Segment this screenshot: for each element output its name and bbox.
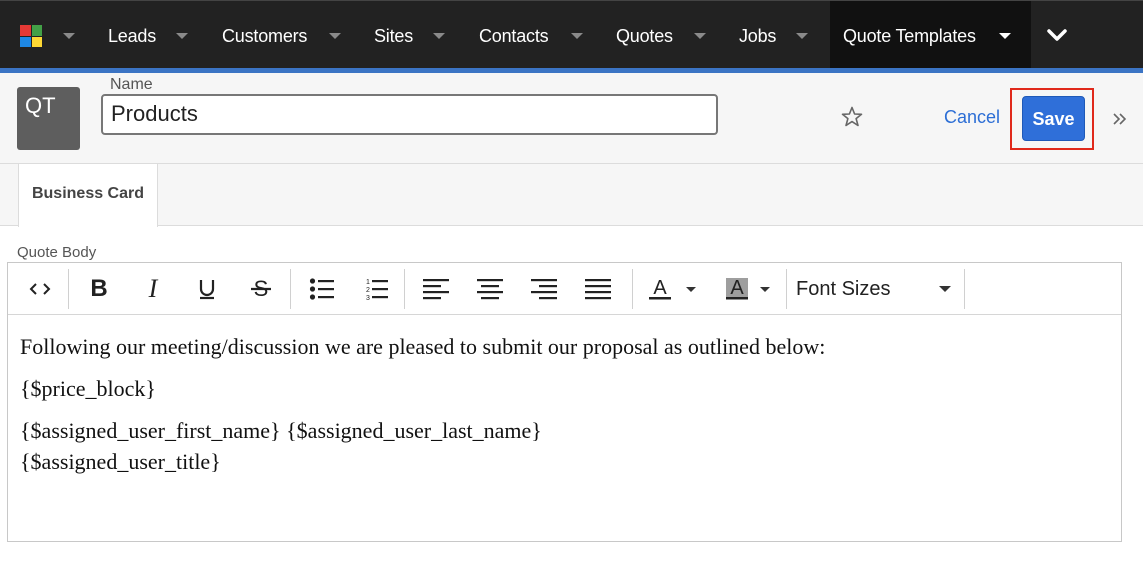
svg-text:A: A [653, 277, 667, 299]
italic-icon[interactable]: I [135, 263, 171, 315]
toolbar-separator [632, 269, 633, 309]
text-color-icon[interactable]: A [644, 263, 708, 315]
tab-business-card[interactable]: Business Card [18, 164, 158, 227]
contacts-caret-icon[interactable] [571, 33, 583, 39]
content-line: {$price_block} [20, 376, 156, 401]
customers-caret-icon[interactable] [329, 33, 341, 39]
svg-text:1: 1 [366, 279, 370, 286]
more-chevron-icon[interactable] [1047, 28, 1067, 42]
content-line: {$assigned_user_first_name} {$assigned_u… [20, 418, 542, 443]
toolbar-separator [290, 269, 291, 309]
font-sizes-dropdown[interactable]: Font Sizes [796, 263, 966, 315]
name-input[interactable]: Products [101, 94, 718, 135]
jobs-caret-icon[interactable] [796, 33, 808, 39]
top-navigation: Leads Customers Sites Contacts Quotes Jo… [0, 0, 1143, 69]
content-line: Following our meeting/discussion we are … [20, 334, 826, 359]
bullet-list-icon[interactable] [304, 263, 340, 315]
quote-body-label: Quote Body [17, 244, 97, 261]
underline-icon[interactable] [189, 263, 225, 315]
align-justify-icon[interactable] [580, 263, 616, 315]
nav-item-quote-templates-label[interactable]: Quote Templates [843, 1, 976, 69]
app-menu-caret-icon[interactable] [63, 33, 75, 39]
toolbar-separator [964, 269, 965, 309]
nav-item-sites[interactable]: Sites [374, 1, 413, 69]
toolbar-separator [404, 269, 405, 309]
save-button[interactable]: Save [1022, 96, 1085, 141]
background-color-icon[interactable]: A [718, 263, 782, 315]
module-avatar: QT [17, 87, 80, 150]
nav-item-customers[interactable]: Customers [222, 1, 307, 69]
svg-text:A: A [730, 277, 744, 299]
svg-text:2: 2 [366, 287, 370, 294]
name-label: Name [110, 76, 153, 93]
code-icon[interactable] [22, 263, 58, 315]
strikethrough-icon[interactable]: S [243, 263, 279, 315]
toolbar-separator [786, 269, 787, 309]
align-center-icon[interactable] [472, 263, 508, 315]
favorite-star-icon[interactable] [840, 105, 864, 129]
toolbar-separator [68, 269, 69, 309]
cancel-button[interactable]: Cancel [944, 107, 1000, 128]
tab-bar: Business Card [0, 164, 1143, 227]
rich-text-editor[interactable]: B I S 123 A A Font Sizes Following our m… [7, 262, 1122, 542]
nav-item-jobs[interactable]: Jobs [739, 1, 776, 69]
quotes-caret-icon[interactable] [694, 33, 706, 39]
bold-icon[interactable]: B [81, 263, 117, 315]
font-sizes-label: Font Sizes [796, 277, 891, 300]
nav-item-contacts[interactable]: Contacts [479, 1, 549, 69]
align-right-icon[interactable] [526, 263, 562, 315]
editor-toolbar: B I S 123 A A Font Sizes [8, 263, 1121, 315]
content-line: {$assigned_user_title} [20, 449, 221, 474]
editor-content[interactable]: Following our meeting/discussion we are … [20, 331, 825, 477]
record-header: QT Name Products Cancel Save [0, 73, 1143, 164]
sites-caret-icon[interactable] [433, 33, 445, 39]
leads-caret-icon[interactable] [176, 33, 188, 39]
align-left-icon[interactable] [418, 263, 454, 315]
nav-item-leads[interactable]: Leads [108, 1, 156, 69]
numbered-list-icon[interactable]: 123 [358, 263, 394, 315]
nav-item-quotes[interactable]: Quotes [616, 1, 673, 69]
quote-templates-caret-icon[interactable] [999, 33, 1011, 39]
font-sizes-caret-icon [939, 286, 951, 292]
app-logo-icon[interactable] [20, 25, 42, 47]
svg-text:3: 3 [366, 295, 370, 301]
sidebar-toggle-icon[interactable] [1112, 111, 1128, 127]
